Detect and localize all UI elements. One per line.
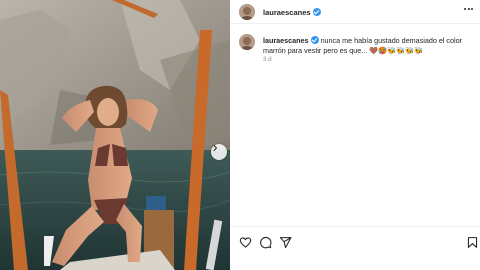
comment-icon[interactable]: [259, 236, 272, 249]
username[interactable]: lauraescanes: [263, 8, 311, 17]
post-username-header[interactable]: lauraescanes: [263, 8, 321, 17]
post-header: lauraescanes: [230, 0, 480, 24]
post-photo: [0, 0, 230, 270]
post-side-panel: lauraescanes lauraescanes nunca me había…: [230, 0, 480, 270]
caption-text: lauraescanes nunca me había gustado dema…: [263, 36, 477, 56]
chevron-right-icon: [213, 145, 217, 151]
next-image-button[interactable]: [211, 144, 227, 160]
post-media[interactable]: [0, 0, 230, 270]
post-actions: [230, 226, 480, 256]
post-timestamp[interactable]: 3 d: [263, 56, 272, 63]
heart-icon[interactable]: [239, 236, 252, 249]
more-options-icon[interactable]: [464, 8, 473, 10]
bookmark-icon[interactable]: [466, 236, 479, 249]
instagram-post: lauraescanes lauraescanes nunca me había…: [0, 0, 480, 270]
send-icon[interactable]: [279, 236, 292, 249]
profile-picture: [239, 34, 255, 50]
caption-username[interactable]: lauraescanes: [263, 36, 309, 45]
verified-badge-icon: [312, 8, 321, 16]
verified-badge-icon: [310, 36, 319, 44]
avatar[interactable]: [239, 4, 255, 20]
profile-picture: [239, 4, 255, 20]
caption-avatar[interactable]: [239, 34, 255, 50]
